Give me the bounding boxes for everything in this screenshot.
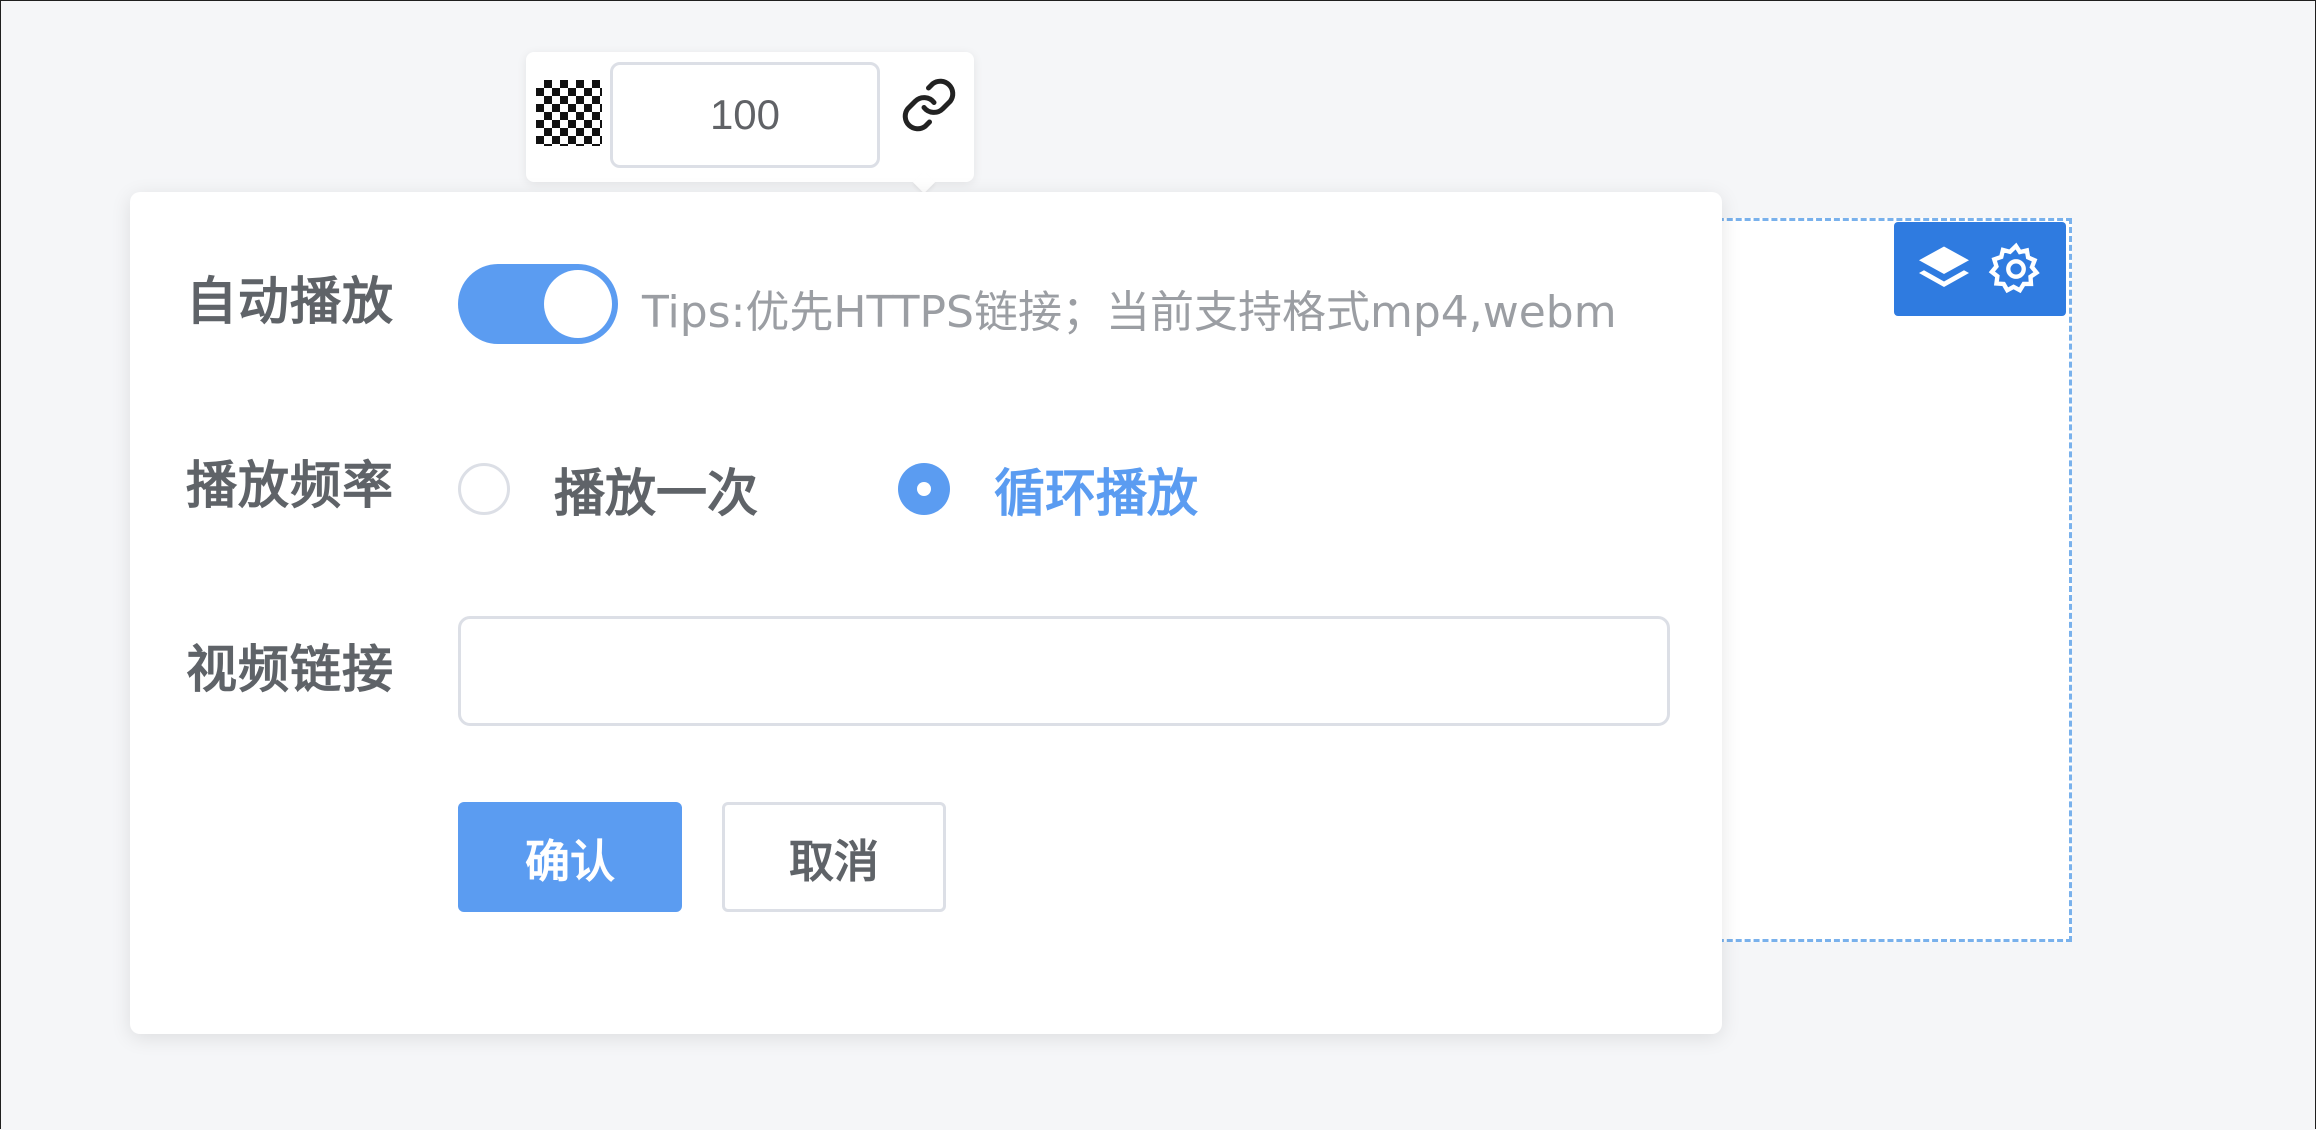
- video-link-input[interactable]: [458, 616, 1670, 726]
- radio-circle-checked[interactable]: [898, 463, 950, 515]
- layers-icon[interactable]: [1912, 237, 1976, 301]
- video-link-label: 视频链接: [186, 641, 395, 700]
- radio-circle[interactable]: [458, 463, 510, 515]
- radio-label: 播放一次: [554, 465, 759, 524]
- radio-loop-play[interactable]: 循环播放: [898, 452, 1198, 526]
- link-icon[interactable]: [896, 72, 962, 138]
- autoplay-label: 自动播放: [186, 273, 395, 332]
- opacity-input[interactable]: [610, 62, 880, 168]
- gear-icon[interactable]: [1984, 237, 2048, 301]
- autoplay-switch[interactable]: [458, 264, 618, 344]
- radio-label: 循环播放: [994, 465, 1199, 524]
- video-settings-popover: 自动播放 Tips:优先HTTPS链接；当前支持格式mp4,webm 播放频率 …: [130, 192, 1722, 1034]
- switch-knob: [544, 270, 612, 338]
- confirm-button[interactable]: 确认: [458, 802, 682, 912]
- block-toolbar: [1894, 222, 2066, 316]
- opacity-toolbar: [526, 52, 974, 182]
- transparency-checker-icon: [536, 80, 602, 146]
- frequency-label: 播放频率: [186, 457, 395, 516]
- video-block[interactable]: [1700, 218, 2072, 942]
- tips-text: Tips:优先HTTPS链接；当前支持格式mp4,webm: [642, 287, 1617, 338]
- cancel-button[interactable]: 取消: [722, 802, 946, 912]
- radio-play-once[interactable]: 播放一次: [458, 452, 758, 526]
